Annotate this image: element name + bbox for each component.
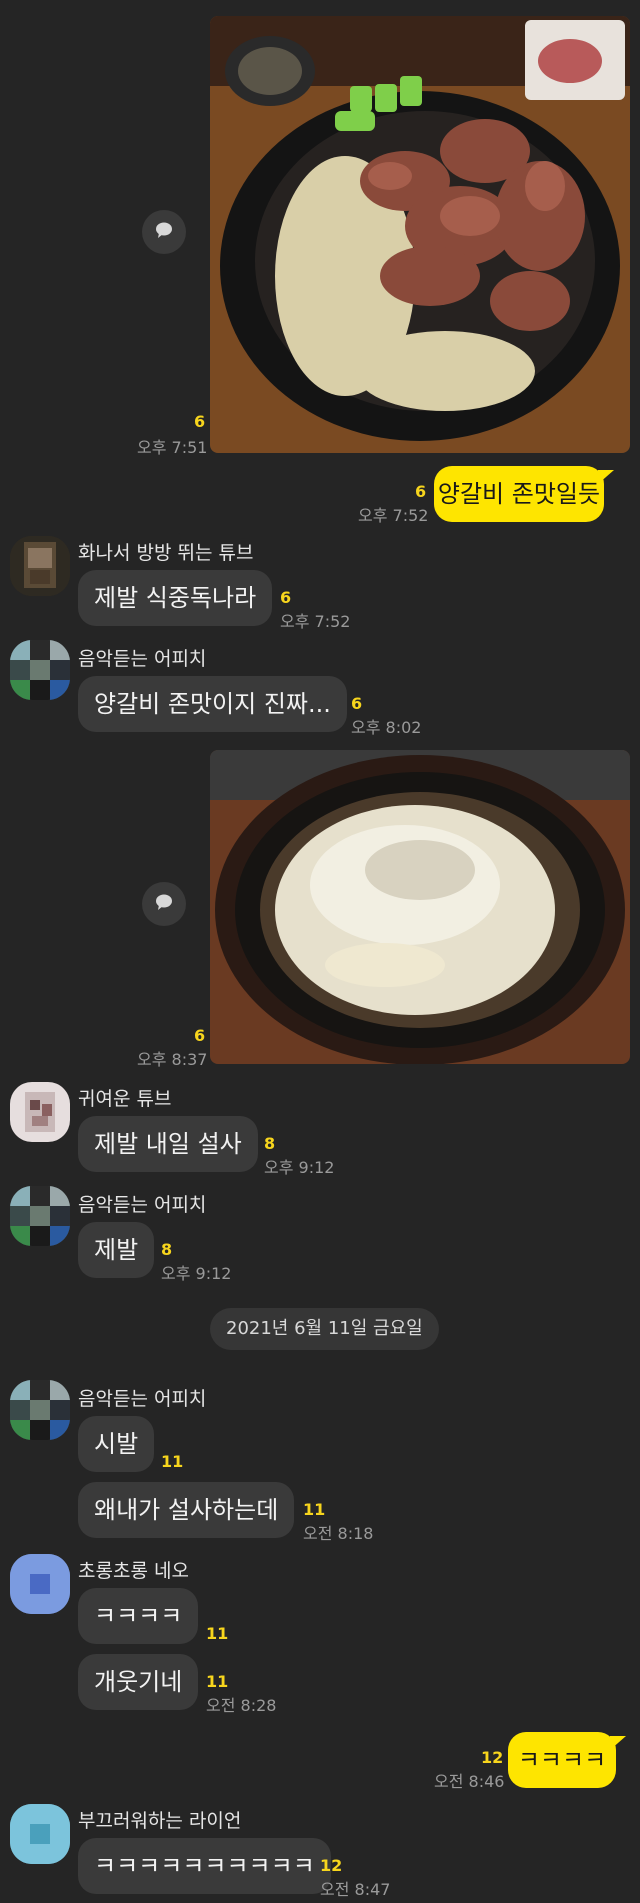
unread-count: 8 xyxy=(161,1240,173,1259)
my-message-bubble[interactable]: ㅋㅋㅋㅋ xyxy=(508,1732,616,1788)
unread-count: 11 xyxy=(303,1500,326,1519)
bubble-tail xyxy=(610,1736,626,1750)
avatar[interactable] xyxy=(10,1554,70,1614)
sender-name: 음악듣는 어피치 xyxy=(78,1388,207,1410)
speech-bubble-icon xyxy=(154,893,174,915)
unread-count: 11 xyxy=(206,1624,229,1643)
photo-lamb-ribs[interactable] xyxy=(210,16,630,453)
avatar[interactable] xyxy=(10,1082,70,1142)
my-message-bubble[interactable]: 양갈비 존맛일듯 xyxy=(434,466,604,522)
sender-name: 귀여운 튜브 xyxy=(78,1088,172,1110)
message-time: 오전 8:46 xyxy=(434,1772,505,1791)
sender-name: 부끄러워하는 라이언 xyxy=(78,1810,242,1832)
message-time: 오후 7:51 xyxy=(137,438,208,457)
unread-count: 8 xyxy=(264,1134,276,1153)
avatar[interactable] xyxy=(10,640,70,700)
unread-count: 6 xyxy=(351,694,363,713)
message-bubble[interactable]: ㅋㅋㅋㅋ xyxy=(78,1588,199,1644)
message-time: 오후 9:12 xyxy=(264,1158,335,1177)
message-bubble[interactable]: 양갈비 존맛이지 진짜... xyxy=(78,676,347,732)
message-time: 오전 8:18 xyxy=(303,1524,374,1543)
photo-cheese-plate[interactable] xyxy=(210,750,630,1064)
unread-count: 6 xyxy=(194,1026,206,1045)
message-bubble[interactable]: ㅋㅋㅋㅋㅋㅋㅋㅋㅋㅋ xyxy=(78,1838,331,1894)
message-bubble[interactable]: 제발 식중독나라 xyxy=(78,570,273,626)
speech-bubble-icon xyxy=(154,221,174,243)
share-button[interactable] xyxy=(142,210,186,254)
unread-count: 6 xyxy=(194,412,206,431)
message-bubble[interactable]: 왜내가 설사하는데 xyxy=(78,1482,295,1538)
avatar[interactable] xyxy=(10,1380,70,1440)
message-time: 오후 8:37 xyxy=(137,1050,208,1069)
bubble-tail xyxy=(598,470,614,484)
unread-count: 12 xyxy=(320,1856,343,1875)
message-bubble[interactable]: 제발 내일 설사 xyxy=(78,1116,258,1172)
message-time: 오후 7:52 xyxy=(358,506,429,525)
message-time: 오전 8:28 xyxy=(206,1696,277,1715)
date-separator: 2021년 6월 11일 금요일 xyxy=(210,1308,439,1350)
sender-name: 화나서 방방 뛰는 튜브 xyxy=(78,542,254,564)
message-bubble[interactable]: 개웃기네 xyxy=(78,1654,199,1710)
avatar[interactable] xyxy=(10,1804,70,1864)
sender-name: 음악듣는 어피치 xyxy=(78,1194,207,1216)
sender-name: 초롱초롱 네오 xyxy=(78,1560,189,1582)
avatar[interactable] xyxy=(10,536,70,596)
share-button[interactable] xyxy=(142,882,186,926)
avatar[interactable] xyxy=(10,1186,70,1246)
message-time: 오후 7:52 xyxy=(280,612,351,631)
unread-count: 6 xyxy=(415,482,427,501)
unread-count: 12 xyxy=(481,1748,504,1767)
unread-count: 6 xyxy=(280,588,292,607)
sender-name: 음악듣는 어피치 xyxy=(78,648,207,670)
message-time: 오후 9:12 xyxy=(161,1264,232,1283)
unread-count: 11 xyxy=(206,1672,229,1691)
message-bubble[interactable]: 시발 xyxy=(78,1416,155,1472)
unread-count: 11 xyxy=(161,1452,184,1471)
message-time: 오전 8:47 xyxy=(320,1880,391,1899)
message-time: 오후 8:02 xyxy=(351,718,422,737)
message-bubble[interactable]: 제발 xyxy=(78,1222,155,1278)
